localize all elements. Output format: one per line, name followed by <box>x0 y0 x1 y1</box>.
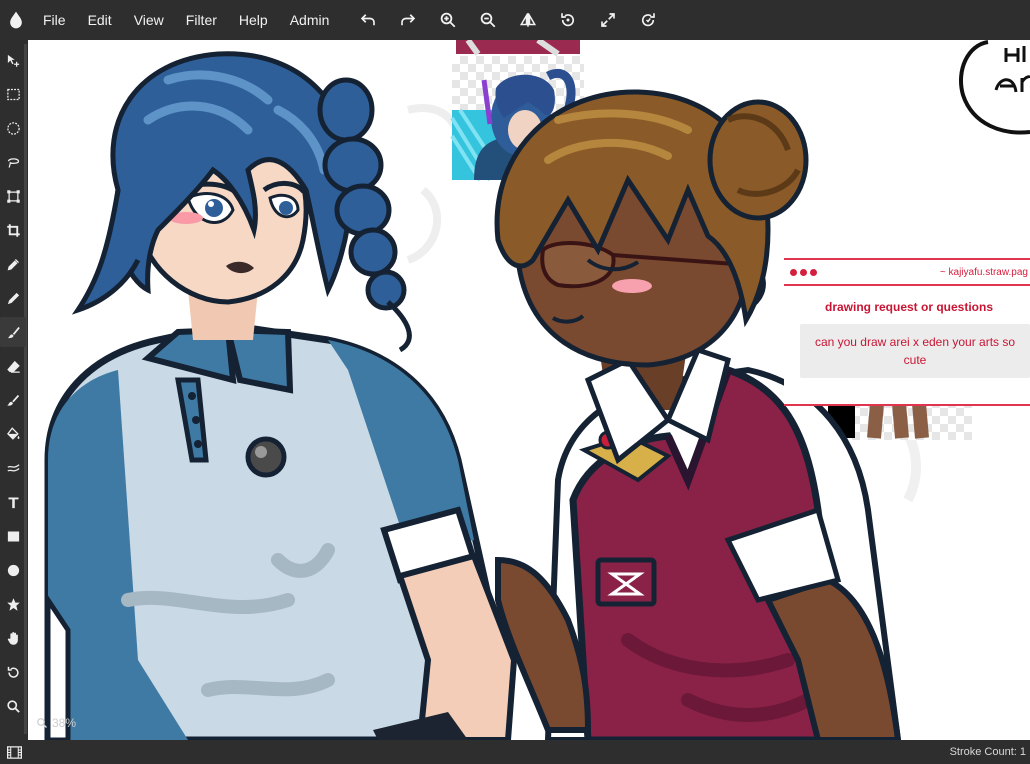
undo-button[interactable] <box>348 0 388 40</box>
transform-icon <box>6 189 20 203</box>
rectangle-tool[interactable] <box>0 521 26 551</box>
zoom-in-button[interactable] <box>428 0 468 40</box>
redo-icon <box>401 14 416 26</box>
hand-tool[interactable] <box>0 623 26 653</box>
crop-icon <box>6 223 20 237</box>
status-bar: Stroke Count: 1 <box>0 740 1030 764</box>
text-icon <box>8 497 18 508</box>
blur-icon <box>6 463 20 472</box>
character-left <box>44 51 518 740</box>
circle-tool[interactable] <box>0 555 26 585</box>
hand-icon <box>7 631 18 645</box>
ask-card-header: ~ kajiyafu.straw.pag <box>784 260 1030 286</box>
ask-card-message: can you draw arei x eden your arts so cu… <box>800 324 1030 378</box>
eyedropper-icon <box>7 258 19 270</box>
zoom-label: 38% <box>52 716 77 730</box>
rectangle-icon <box>7 531 19 541</box>
menu-edit[interactable]: Edit <box>77 0 123 40</box>
magnifier-icon <box>37 718 48 729</box>
zoom-indicator: 38% <box>36 716 76 730</box>
lasso-icon <box>7 157 19 168</box>
redo-button[interactable] <box>388 0 428 40</box>
menu-bar: File Edit View Filter Help Admin <box>0 0 1030 40</box>
flip-button[interactable] <box>508 0 548 40</box>
transform-tool[interactable] <box>0 181 26 211</box>
move-icon <box>7 54 19 67</box>
reset-rotation-button[interactable] <box>628 0 668 40</box>
zoom-tool[interactable] <box>0 691 26 721</box>
zoom-icon <box>6 699 20 713</box>
stroke-count: Stroke Count: 1 <box>949 746 1026 758</box>
rotate-view-icon <box>7 666 19 678</box>
fullscreen-button[interactable] <box>588 0 628 40</box>
tool-column <box>0 40 28 740</box>
rect-select-tool[interactable] <box>0 79 26 109</box>
speech-bubble <box>959 40 1030 135</box>
rotate-button[interactable] <box>548 0 588 40</box>
menu-view[interactable]: View <box>123 0 175 40</box>
smudge-tool[interactable] <box>0 385 26 415</box>
text-tool[interactable] <box>0 487 26 517</box>
zoom-out-button[interactable] <box>468 0 508 40</box>
pen-icon <box>7 292 19 304</box>
timeline-button[interactable] <box>0 745 28 759</box>
fullscreen-icon <box>601 13 616 27</box>
menu-filter[interactable]: Filter <box>175 0 228 40</box>
rotate-icon <box>561 13 575 27</box>
brush-icon <box>7 326 20 338</box>
shape-tool[interactable] <box>0 589 26 619</box>
smudge-icon <box>6 394 19 406</box>
circle-icon <box>7 564 19 576</box>
menu-file[interactable]: File <box>32 0 77 40</box>
brush-tool[interactable] <box>0 317 26 347</box>
move-tool[interactable] <box>0 45 26 75</box>
lasso-tool[interactable] <box>0 147 26 177</box>
undo-icon <box>361 14 376 26</box>
pen-tool[interactable] <box>0 283 26 313</box>
ask-card-url: ~ kajiyafu.straw.pag <box>939 266 1028 278</box>
app-logo-icon <box>0 0 32 40</box>
eraser-tool[interactable] <box>0 351 26 381</box>
ask-card-title: drawing request or questions <box>824 300 994 314</box>
eraser-icon <box>6 360 20 373</box>
window-dots <box>790 268 817 276</box>
reset-rotation-icon <box>642 13 656 27</box>
menu-admin[interactable]: Admin <box>279 0 341 40</box>
menu-help[interactable]: Help <box>228 0 279 40</box>
crop-tool[interactable] <box>0 215 26 245</box>
flip-icon <box>520 12 537 27</box>
rect-select-icon <box>6 88 20 100</box>
blur-tool[interactable] <box>0 453 26 483</box>
fill-tool[interactable] <box>0 419 26 449</box>
ellipse-select-tool[interactable] <box>0 113 26 143</box>
fill-icon <box>6 426 19 440</box>
rotate-view-tool[interactable] <box>0 657 26 687</box>
ask-card: ~ kajiyafu.straw.pag drawing request or … <box>784 258 1030 406</box>
zoom-in-icon <box>441 12 456 28</box>
ellipse-select-icon <box>6 121 20 135</box>
eyedropper-tool[interactable] <box>0 249 26 279</box>
film-icon <box>6 745 22 759</box>
zoom-out-icon <box>481 12 496 28</box>
drawing-canvas[interactable]: ~ kajiyafu.straw.pag drawing request or … <box>28 40 1030 740</box>
shape-icon <box>6 597 20 611</box>
